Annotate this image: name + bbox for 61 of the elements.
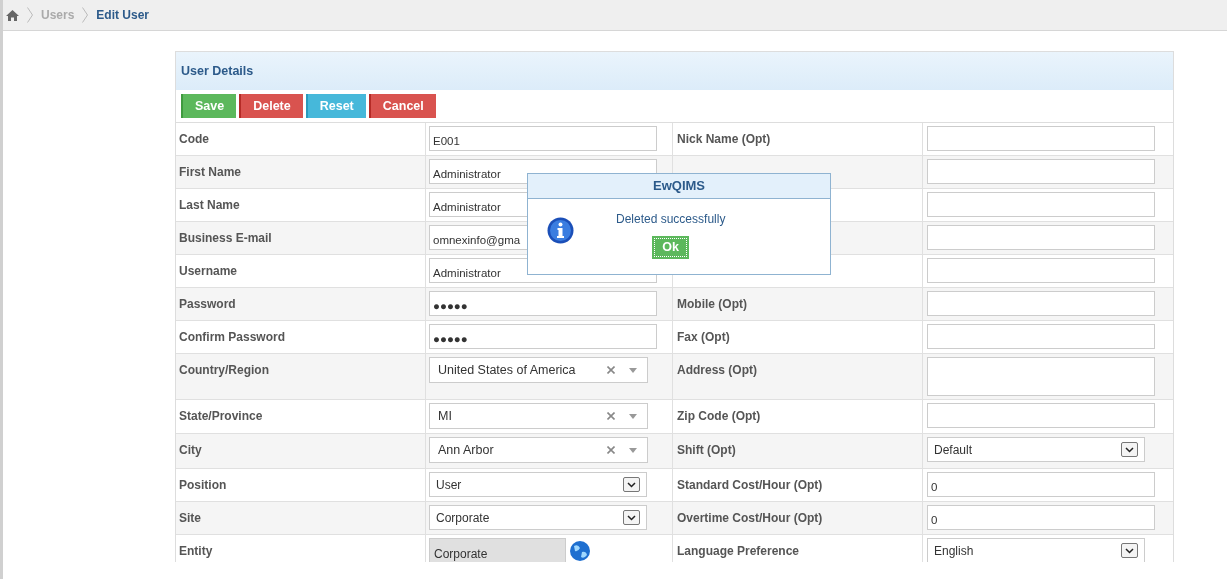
entity-field: Corporate — [429, 538, 566, 562]
text-field[interactable] — [927, 126, 1155, 151]
select-field[interactable]: Default — [927, 437, 1145, 462]
dialog-message: Deleted successfully — [616, 211, 726, 228]
field-label: Country/Region — [179, 363, 269, 377]
caret-icon[interactable] — [629, 413, 637, 419]
combo-field[interactable]: Ann Arbor — [429, 437, 648, 463]
chevron-icon — [82, 7, 89, 23]
field-label: Overtime Cost/Hour (Opt) — [677, 511, 823, 525]
field-label: Mobile (Opt) — [677, 297, 747, 311]
field-label: Site — [179, 511, 201, 525]
clear-icon[interactable] — [607, 366, 615, 374]
field-label: Address (Opt) — [677, 363, 757, 377]
field-label: First Name — [179, 165, 242, 179]
password-field[interactable]: ●●●●● — [429, 291, 657, 316]
field-label: Confirm Password — [179, 330, 286, 344]
text-field[interactable] — [927, 159, 1155, 184]
clear-icon[interactable] — [607, 412, 615, 420]
chevron-icon — [27, 7, 33, 23]
field-label: Password — [179, 297, 236, 311]
select-field[interactable]: English — [927, 538, 1145, 562]
home-icon[interactable] — [6, 9, 19, 21]
text-field[interactable]: E001 — [429, 126, 657, 151]
globe-icon[interactable] — [569, 539, 591, 562]
caret-icon[interactable] — [629, 447, 637, 453]
field-label: Code — [179, 132, 209, 146]
panel-header: User Details — [176, 52, 1173, 90]
field-label: Entity — [179, 544, 213, 558]
field-label: City — [179, 443, 202, 457]
text-field[interactable] — [927, 192, 1155, 217]
combo-field[interactable]: United States of America — [429, 357, 648, 383]
field-label: Shift (Opt) — [677, 443, 736, 457]
text-field[interactable] — [927, 403, 1155, 428]
text-field[interactable]: 0 — [927, 505, 1155, 530]
field-label: Position — [179, 478, 227, 492]
field-label: Username — [179, 264, 238, 278]
field-label: Nick Name (Opt) — [677, 132, 771, 146]
select-field[interactable]: User — [429, 472, 647, 497]
text-field[interactable] — [927, 225, 1155, 250]
field-label: Last Name — [179, 198, 240, 212]
dialog-title: EwQIMS — [528, 174, 830, 199]
field-label: Standard Cost/Hour (Opt) — [677, 478, 823, 492]
info-icon — [547, 217, 574, 244]
text-field[interactable]: 0 — [927, 472, 1155, 497]
field-label: Zip Code (Opt) — [677, 409, 761, 423]
cancel-button[interactable]: Cancel — [368, 94, 436, 118]
field-label: Business E-mail — [179, 231, 272, 245]
text-field[interactable] — [927, 291, 1155, 316]
field-label: Fax (Opt) — [677, 330, 730, 344]
text-field[interactable] — [927, 258, 1155, 283]
address-field[interactable] — [927, 357, 1155, 396]
clear-icon[interactable] — [607, 446, 615, 454]
field-label: State/Province — [179, 409, 263, 423]
caret-icon[interactable] — [629, 367, 637, 373]
password-field[interactable]: ●●●●● — [429, 324, 657, 349]
text-field[interactable] — [927, 324, 1155, 349]
delete-button[interactable]: Delete — [239, 94, 303, 118]
select-field[interactable]: Corporate — [429, 505, 647, 530]
combo-field[interactable]: MI — [429, 403, 648, 429]
field-label: Language Preference — [677, 544, 800, 558]
breadcrumb-link[interactable]: Edit User — [96, 6, 150, 24]
